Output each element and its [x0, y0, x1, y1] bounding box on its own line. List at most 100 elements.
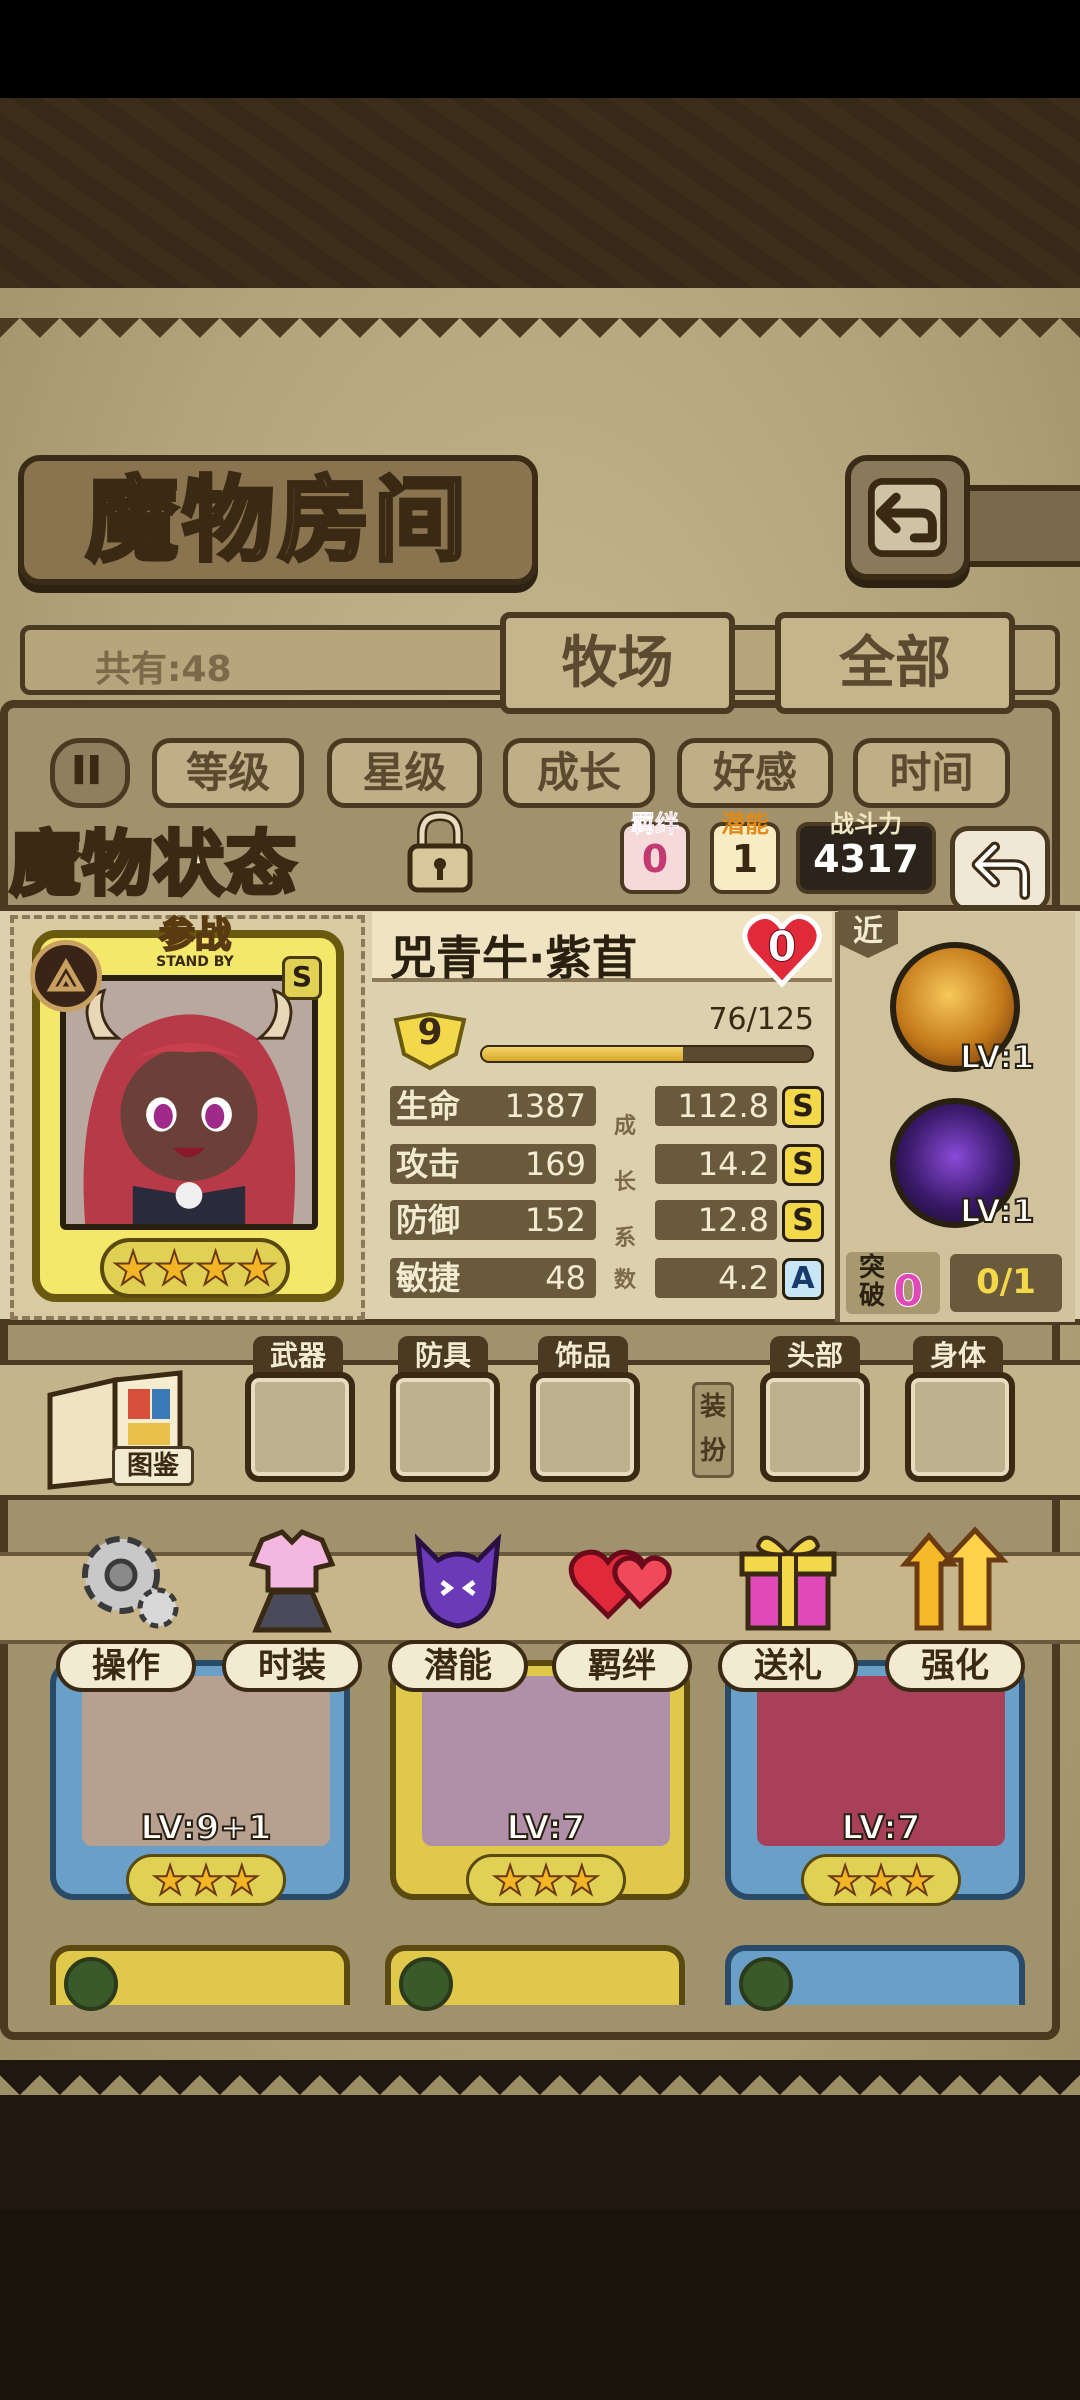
accessory-slot[interactable] [530, 1372, 640, 1482]
gift-button[interactable]: 送礼 [718, 1520, 858, 1692]
exp-bar [480, 1045, 814, 1063]
gift-icon [739, 1535, 837, 1631]
codex-label: 图鉴 [112, 1446, 194, 1486]
double-up-arrow-icon [899, 1526, 1009, 1631]
monster-card[interactable] [385, 1945, 685, 2011]
status-bar [0, 0, 1080, 98]
star-icon: ★ [187, 1857, 225, 1905]
stat-growth: 12.8 [655, 1200, 777, 1240]
growth-label-char: 成 [614, 1114, 637, 1139]
leaf-icon [739, 1957, 793, 2011]
skill-level: LV:1 [959, 1191, 1035, 1231]
stat-name: 敏捷 [396, 1259, 461, 1297]
armor-slot[interactable] [390, 1372, 500, 1482]
stat-growth: 4.2 [655, 1258, 777, 1298]
return-arrow-icon [971, 841, 1031, 900]
stat-name: 生命 [396, 1087, 461, 1125]
exp-bar-fill [482, 1047, 683, 1061]
standby-label-en: STAND BY [156, 954, 234, 970]
body-slot[interactable] [905, 1372, 1015, 1482]
star-icon: ★ [111, 1241, 154, 1295]
monster-count: 共有:48 [95, 649, 232, 690]
leaf-icon [399, 1957, 453, 2011]
affection-value: 0 [767, 922, 797, 972]
stat-name: 防御 [396, 1201, 461, 1239]
stat-growth: 112.8 [655, 1086, 777, 1126]
bond-button[interactable]: 羁绊 [552, 1520, 692, 1692]
dress-up-label: 装扮 [692, 1382, 734, 1478]
star-icon: ★ [194, 1241, 237, 1295]
hearts-icon [568, 1549, 672, 1620]
tab-farm[interactable]: 牧场 [500, 612, 735, 714]
monster-card-stars: ★★★ [801, 1854, 961, 1906]
sort-time[interactable]: 时间 [853, 738, 1010, 808]
sort-stars[interactable]: 星级 [327, 738, 482, 808]
star-icon: ★ [563, 1857, 601, 1905]
slot-label: 饰品 [538, 1336, 628, 1376]
costume-button[interactable]: 时装 [222, 1520, 362, 1692]
bond-label: 羁绊 [631, 810, 680, 838]
star-icon: ★ [826, 1857, 864, 1905]
star-icon: ★ [898, 1857, 936, 1905]
monster-card[interactable]: LV:7 ★★★ [725, 1660, 1025, 1906]
stat-row-attack: 攻击 169 14.2 S [390, 1144, 824, 1186]
sort-growth[interactable]: 成长 [503, 738, 655, 808]
weapon-slot[interactable] [245, 1372, 355, 1482]
dark-footer [0, 2210, 1080, 2400]
monster-card[interactable] [50, 1945, 350, 2011]
level-value: 9 [417, 1012, 443, 1053]
break-value: 0 [893, 1266, 925, 1318]
pause-icon [74, 755, 99, 785]
close-status-button[interactable] [950, 826, 1050, 912]
potential-label: 潜能 [388, 1640, 528, 1692]
break-label: 突破 [858, 1253, 885, 1311]
slot-label: 身体 [913, 1336, 1003, 1376]
page-title-text: 魔物房间 [84, 464, 470, 576]
star-icon: ★ [527, 1857, 565, 1905]
standby-banner: 参战 STAND BY [100, 915, 290, 976]
stat-name: 攻击 [396, 1145, 461, 1183]
enhance-button[interactable]: 强化 [885, 1520, 1025, 1692]
grade-badge: S [782, 1200, 824, 1242]
sort-level[interactable]: 等级 [152, 738, 304, 808]
gear-icon [82, 1536, 179, 1629]
growth-label-char: 系 [614, 1226, 637, 1251]
stat-value: 48 [545, 1259, 586, 1297]
back-button-tail [960, 485, 1080, 567]
growth-label-char: 数 [614, 1268, 637, 1293]
monster-card[interactable] [725, 1945, 1025, 2011]
potential-button[interactable]: 潜能 [388, 1520, 528, 1692]
sort-order-toggle[interactable] [50, 738, 130, 808]
potential-value: 1 [731, 837, 759, 881]
grade-badge: S [782, 1144, 824, 1186]
element-icon [30, 940, 102, 1012]
monster-card-level: LV:7 [840, 1807, 921, 1849]
standby-label: 参战 [158, 915, 232, 956]
exp-text: 76/125 [708, 1002, 814, 1037]
star-rating: ★★★★ [100, 1238, 290, 1298]
monster-card[interactable]: LV:9+1 ★★★ [50, 1660, 350, 1906]
padlock-icon [407, 810, 473, 893]
stat-row-hp: 生命 1387 112.8 S [390, 1086, 824, 1128]
stat-value: 152 [524, 1201, 586, 1239]
stat-value: 1387 [504, 1087, 586, 1125]
monster-card-stars: ★★★ [466, 1854, 626, 1906]
costume-label: 时装 [222, 1640, 362, 1692]
break-progress[interactable]: 0/1 [950, 1254, 1062, 1312]
monster-status-title-text: 魔物状态 [8, 820, 298, 907]
monster-card[interactable]: LV:7 ★★★ [390, 1660, 690, 1906]
slot-label: 武器 [253, 1336, 343, 1376]
stat-row-agility: 敏捷 48 4.2 A [390, 1258, 824, 1300]
bond-value: 0 [641, 837, 669, 881]
lock-button[interactable] [400, 806, 480, 896]
tab-all[interactable]: 全部 [775, 612, 1015, 714]
operate-button[interactable]: 操作 [56, 1520, 196, 1692]
star-icon: ★ [151, 1857, 189, 1905]
stat-label: 攻击 169 [390, 1144, 596, 1184]
back-arrow-icon [867, 477, 948, 558]
back-button[interactable] [845, 455, 970, 580]
star-icon: ★ [491, 1857, 529, 1905]
grade-badge: A [782, 1258, 824, 1300]
sort-affection[interactable]: 好感 [677, 738, 833, 808]
head-slot[interactable] [760, 1372, 870, 1482]
